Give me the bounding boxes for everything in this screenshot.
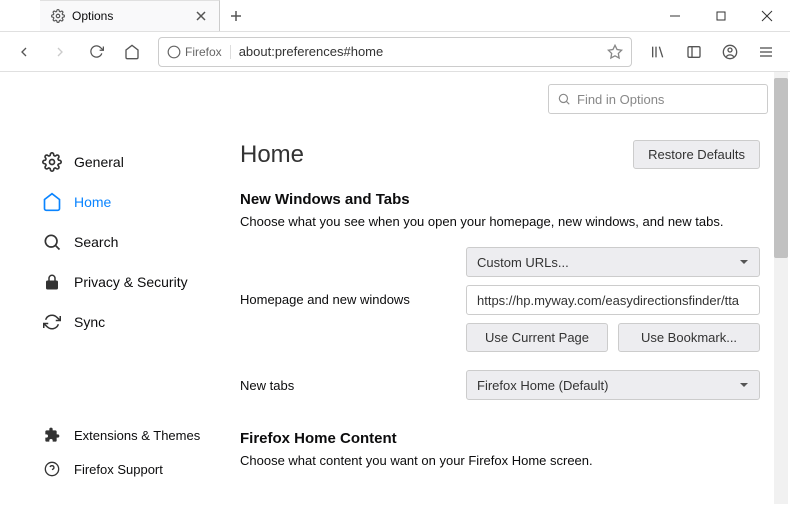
sidebar-item-support[interactable]: Firefox Support — [38, 452, 210, 486]
use-bookmark-button[interactable]: Use Bookmark... — [618, 323, 760, 352]
homepage-url-input[interactable]: https://hp.myway.com/easydirectionsfinde… — [466, 285, 760, 315]
sidebar-item-sync[interactable]: Sync — [38, 302, 210, 342]
identity-box[interactable]: Firefox — [167, 45, 231, 59]
window-controls — [652, 0, 790, 31]
search-icon — [557, 92, 571, 106]
sidebar-item-label: Search — [74, 234, 118, 250]
back-button[interactable] — [8, 36, 40, 68]
select-value: Firefox Home (Default) — [477, 378, 608, 393]
help-icon — [42, 459, 62, 479]
sidebar-item-label: Privacy & Security — [74, 274, 188, 290]
section-description: Choose what you see when you open your h… — [240, 214, 760, 229]
library-button[interactable] — [642, 36, 674, 68]
main-panel: Find in Options Home Restore Defaults Ne… — [210, 72, 790, 506]
homepage-label: Homepage and new windows — [240, 292, 450, 307]
page-title: Home — [240, 141, 633, 169]
sidebar-item-search[interactable]: Search — [38, 222, 210, 262]
close-tab-button[interactable] — [193, 8, 209, 24]
sidebar-item-extensions[interactable]: Extensions & Themes — [38, 418, 210, 452]
sidebar-button[interactable] — [678, 36, 710, 68]
section-title: Firefox Home Content — [240, 430, 760, 447]
sidebar-item-label: General — [74, 154, 124, 170]
sidebar-item-privacy[interactable]: Privacy & Security — [38, 262, 210, 302]
content-area: General Home Search Privacy & Security S… — [0, 72, 790, 506]
maximize-button[interactable] — [698, 0, 744, 31]
sidebar-item-label: Firefox Support — [74, 462, 163, 477]
sidebar-item-general[interactable]: General — [38, 142, 210, 182]
home-icon — [42, 192, 62, 212]
url-text[interactable]: about:preferences#home — [239, 44, 607, 59]
newtabs-select[interactable]: Firefox Home (Default) — [466, 370, 760, 400]
reload-button[interactable] — [80, 36, 112, 68]
identity-label: Firefox — [185, 45, 222, 59]
firefox-icon — [167, 45, 181, 59]
scrollbar-thumb[interactable] — [774, 78, 788, 258]
sidebar-item-label: Extensions & Themes — [74, 428, 200, 443]
minimize-button[interactable] — [652, 0, 698, 31]
chevron-down-icon — [739, 257, 749, 267]
chevron-down-icon — [739, 380, 749, 390]
section-title: New Windows and Tabs — [240, 191, 760, 208]
homepage-select[interactable]: Custom URLs... — [466, 247, 760, 277]
section-description: Choose what content you want on your Fir… — [240, 453, 760, 468]
new-tab-button[interactable] — [220, 0, 252, 31]
use-current-page-button[interactable]: Use Current Page — [466, 323, 608, 352]
gear-icon — [42, 152, 62, 172]
input-value: https://hp.myway.com/easydirectionsfinde… — [477, 293, 739, 308]
puzzle-icon — [42, 425, 62, 445]
browser-tab[interactable]: Options — [40, 0, 220, 31]
scrollbar[interactable] — [774, 72, 788, 504]
forward-button[interactable] — [44, 36, 76, 68]
lock-icon — [42, 272, 62, 292]
preferences-sidebar: General Home Search Privacy & Security S… — [0, 72, 210, 506]
select-value: Custom URLs... — [477, 255, 569, 270]
menu-button[interactable] — [750, 36, 782, 68]
close-window-button[interactable] — [744, 0, 790, 31]
sidebar-item-label: Sync — [74, 314, 105, 330]
sidebar-item-home[interactable]: Home — [38, 182, 210, 222]
home-button[interactable] — [116, 36, 148, 68]
bookmark-star-icon[interactable] — [607, 44, 623, 60]
search-icon — [42, 232, 62, 252]
tab-title: Options — [72, 9, 193, 23]
gear-icon — [50, 8, 66, 24]
address-bar[interactable]: Firefox about:preferences#home — [158, 37, 632, 67]
sync-icon — [42, 312, 62, 332]
restore-defaults-button[interactable]: Restore Defaults — [633, 140, 760, 169]
newtabs-label: New tabs — [240, 378, 450, 393]
find-in-options[interactable]: Find in Options — [548, 84, 768, 114]
nav-toolbar: Firefox about:preferences#home — [0, 32, 790, 72]
account-button[interactable] — [714, 36, 746, 68]
sidebar-item-label: Home — [74, 194, 111, 210]
find-placeholder: Find in Options — [577, 92, 664, 107]
titlebar: Options — [0, 0, 790, 32]
